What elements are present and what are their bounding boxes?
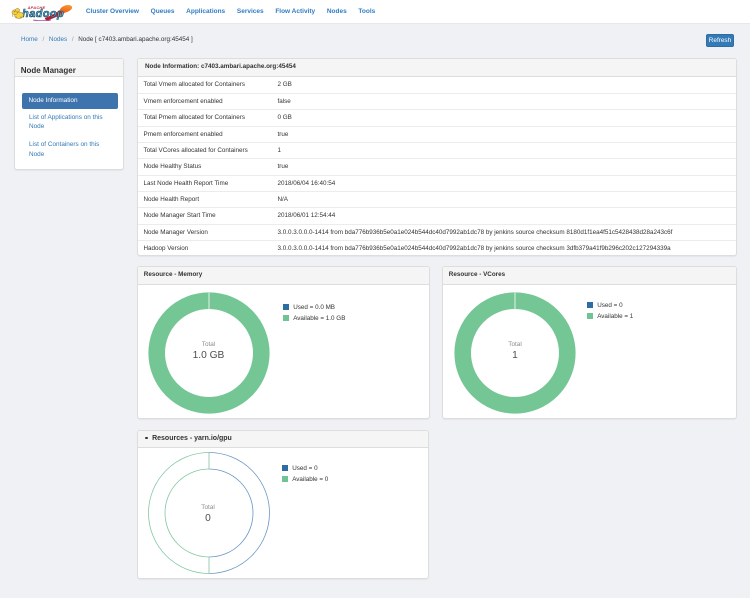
svg-text:hadoop: hadoop [22, 8, 64, 20]
